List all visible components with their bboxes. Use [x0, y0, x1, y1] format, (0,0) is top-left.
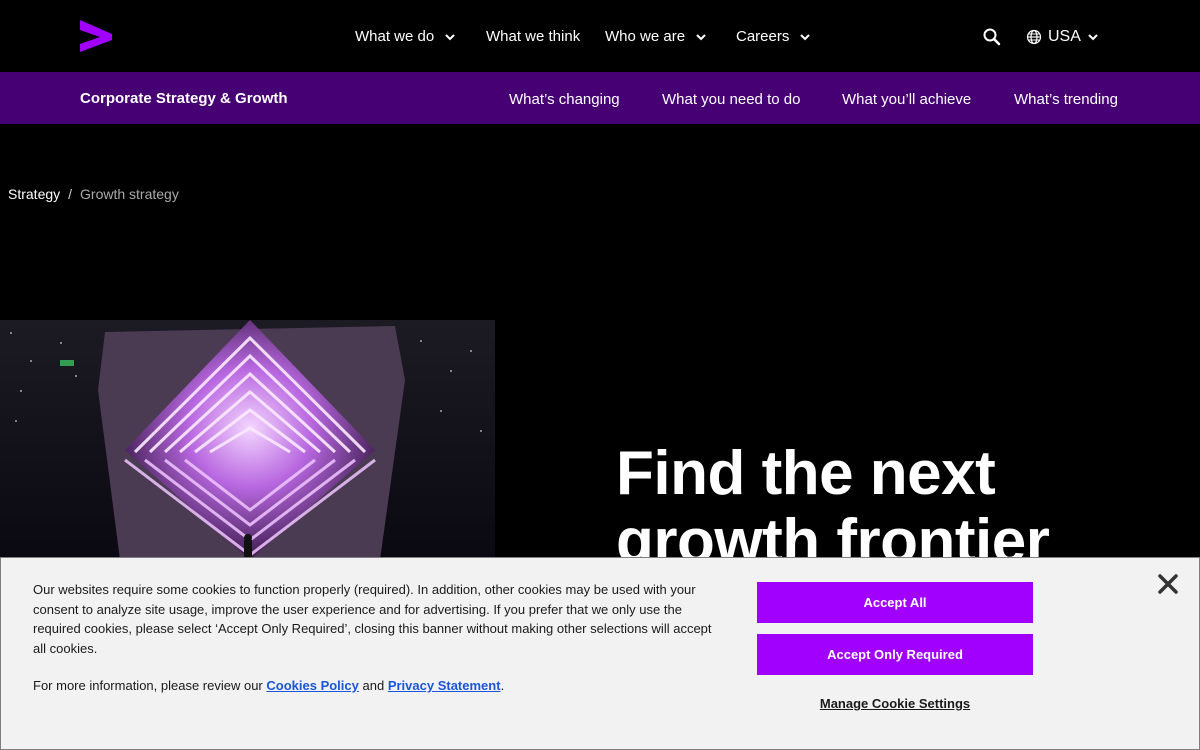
- accept-all-button[interactable]: Accept All: [757, 582, 1033, 623]
- cookie-banner: Our websites require some cookies to fun…: [0, 557, 1200, 750]
- country-label: USA: [1048, 28, 1081, 45]
- breadcrumb-separator: /: [68, 186, 73, 202]
- nav-who-we-are[interactable]: Who we are: [605, 28, 707, 45]
- breadcrumb: Strategy / Growth strategy: [8, 186, 179, 202]
- hero-title: Find the next growth frontier: [616, 440, 1156, 576]
- top-navigation: What we do What we think Who we are Care…: [0, 0, 1200, 72]
- cookie-description: Our websites require some cookies to fun…: [33, 582, 712, 656]
- accept-only-required-button[interactable]: Accept Only Required: [757, 634, 1033, 675]
- cookie-more-prefix: For more information, please review our: [33, 678, 263, 693]
- section-navigation: Corporate Strategy & Growth What’s chang…: [0, 72, 1200, 124]
- hero-image: [0, 320, 495, 560]
- section-title[interactable]: Corporate Strategy & Growth: [80, 90, 288, 107]
- nav-label: Careers: [736, 28, 790, 45]
- chevron-down-icon: [445, 33, 455, 40]
- cookies-policy-link[interactable]: Cookies Policy: [266, 678, 358, 693]
- cookie-and: and: [362, 678, 385, 693]
- globe-icon: [1026, 29, 1042, 45]
- hero-title-line-1: Find the next: [616, 439, 996, 508]
- subnav-link-what-you-need-to-do[interactable]: What you need to do: [662, 91, 800, 108]
- breadcrumb-strategy[interactable]: Strategy: [8, 186, 60, 202]
- nav-what-we-think[interactable]: What we think: [486, 28, 580, 45]
- cookie-more-info: For more information, please review our …: [33, 678, 504, 693]
- subnav-link-whats-trending[interactable]: What’s trending: [1014, 91, 1118, 108]
- country-selector[interactable]: USA: [1026, 28, 1099, 46]
- neon-building-illustration: [0, 320, 495, 560]
- breadcrumb-current: Growth strategy: [80, 186, 179, 202]
- chevron-down-icon: [1088, 34, 1098, 41]
- cookie-period: .: [500, 678, 505, 693]
- nav-careers[interactable]: Careers: [736, 28, 811, 45]
- subnav-link-what-youll-achieve[interactable]: What you’ll achieve: [842, 91, 971, 108]
- accenture-logo-icon[interactable]: [80, 20, 112, 52]
- manage-cookie-settings-link[interactable]: Manage Cookie Settings: [757, 696, 1033, 711]
- nav-what-we-do[interactable]: What we do: [355, 28, 456, 45]
- nav-label: What we think: [486, 28, 581, 45]
- search-icon[interactable]: [982, 27, 1002, 47]
- chevron-down-icon: [800, 33, 811, 40]
- chevron-down-icon: [696, 33, 706, 40]
- subnav-link-whats-changing[interactable]: What’s changing: [509, 91, 620, 108]
- nav-label: What we do: [355, 28, 435, 45]
- close-icon[interactable]: [1156, 572, 1180, 596]
- nav-label: Who we are: [605, 28, 686, 45]
- privacy-statement-link[interactable]: Privacy Statement: [388, 678, 501, 693]
